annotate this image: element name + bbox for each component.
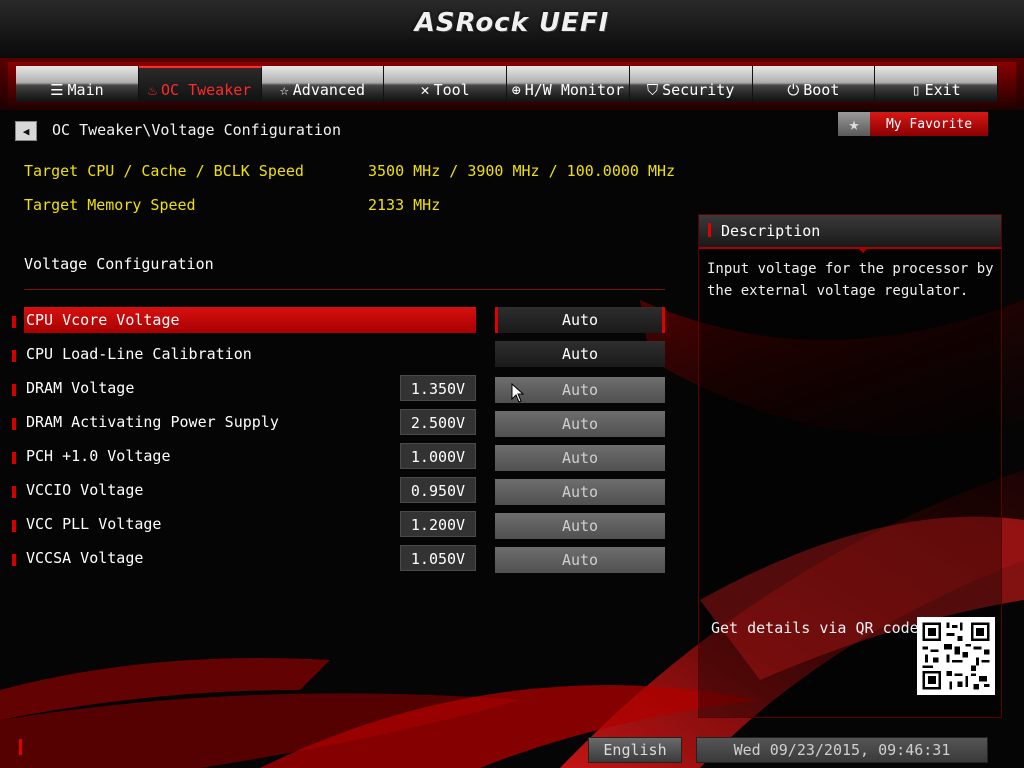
setting-row-cpu-llc[interactable]: CPU Load-Line Calibration Auto [0,341,680,367]
current-voltage-readout: 1.350V [400,375,476,401]
nav-bar: ☰ Main ♨ OC Tweaker ☆ Advanced ✕ Tool ⊕ H/W M… [0,58,1024,110]
description-panel: Description Input voltage for the proces… [698,214,1002,718]
description-notch [857,247,869,253]
current-voltage-readout: 2.500V [400,409,476,435]
tab-strip: ☰ Main ♨ OC Tweaker ☆ Advanced ✕ Tool ⊕ H/W M… [16,66,998,102]
current-voltage-readout: 1.000V [400,443,476,469]
tab-exit-label: Exit [924,81,961,99]
setting-value-input[interactable]: Auto [495,445,665,471]
row-marker [12,520,16,532]
setting-row-dram-activating[interactable]: DRAM Activating Power Supply 2.500V Auto [0,409,680,437]
description-marker [708,223,711,237]
current-voltage-readout: 1.050V [400,545,476,571]
footer-bar: English Wed 09/23/2015, 09:46:31 [0,730,1024,768]
tab-oc-tweaker[interactable]: ♨ OC Tweaker [138,66,262,102]
target-cpu-label: Target CPU / Cache / BCLK Speed [24,162,304,180]
tab-main[interactable]: ☰ Main [16,66,139,102]
setting-value-dropdown[interactable]: Auto [495,341,665,367]
breadcrumb: OC Tweaker\Voltage Configuration [52,121,341,139]
language-button[interactable]: English [588,737,682,763]
setting-row-vccio[interactable]: VCCIO Voltage 0.950V Auto [0,477,680,505]
row-marker [12,554,16,566]
back-arrow-icon: ◀ [22,124,30,138]
qr-code-label: Get details via QR code [711,619,919,637]
setting-row-vcc-pll[interactable]: VCC PLL Voltage 1.200V Auto [0,511,680,539]
setting-value-input[interactable]: Auto [495,513,665,539]
target-memory-label: Target Memory Speed [24,196,196,214]
my-favorite-label: My Favorite [870,112,988,136]
tab-security[interactable]: ⛉ Security [629,66,753,102]
current-voltage-readout: 0.950V [400,477,476,503]
date-time-display: Wed 09/23/2015, 09:46:31 [696,737,988,763]
setting-value-input[interactable]: Auto [495,547,665,573]
tab-oc-tweaker-label: OC Tweaker [160,81,252,99]
back-button[interactable]: ◀ [15,121,37,141]
list-icon: ☰ [50,81,64,99]
setting-row-vccsa[interactable]: VCCSA Voltage 1.050V Auto [0,545,680,573]
setting-label[interactable]: CPU Vcore Voltage [24,307,476,333]
row-marker [12,418,16,430]
power-icon: ⏻ [787,81,800,99]
target-cpu-value: 3500 MHz / 3900 MHz / 100.0000 MHz [368,162,676,180]
mouse-cursor-icon [511,383,525,403]
row-marker [12,486,16,498]
setting-label[interactable]: CPU Load-Line Calibration [24,341,476,367]
header: ASRock UEFI [0,0,1024,60]
tab-security-label: Security [662,81,735,99]
description-header: Description [699,215,1001,249]
row-marker [12,316,16,328]
qr-code-image [917,617,995,695]
tab-hw-monitor[interactable]: ⊕ H/W Monitor [507,66,630,102]
tab-boot[interactable]: ⏻ Boot [752,66,876,102]
row-marker [12,452,16,464]
setting-row-pch-voltage[interactable]: PCH +1.0 Voltage 1.000V Auto [0,443,680,471]
tab-advanced-label: Advanced [292,81,366,99]
tab-main-label: Main [67,81,104,99]
current-voltage-readout: 1.200V [400,511,476,537]
setting-row-cpu-vcore[interactable]: CPU Vcore Voltage Auto [0,307,680,333]
tab-hw-monitor-label: H/W Monitor [524,81,625,99]
description-text: Input voltage for the processor by the e… [707,261,994,299]
setting-value-input[interactable]: Auto [495,411,665,437]
footer-marker [19,739,22,755]
my-favorite-button[interactable]: ★ My Favorite [838,112,988,136]
tab-tool-label: Tool [433,81,470,99]
favorite-star-icon: ★ [838,112,870,136]
section-title: Voltage Configuration [24,255,214,273]
section-divider [24,289,665,290]
shield-icon: ⛉ [646,81,659,99]
tab-tool[interactable]: ✕ Tool [384,66,507,102]
setting-value-input[interactable]: Auto [495,479,665,505]
description-title: Description [721,222,821,240]
star-icon: ☆ [279,81,289,99]
setting-row-dram-voltage[interactable]: DRAM Voltage 1.350V Auto [0,375,680,403]
flame-icon: ♨ [147,81,157,99]
asrock-uefi-logo: ASRock UEFI [414,8,610,38]
tab-exit[interactable]: ▯ Exit [875,66,998,102]
tab-boot-label: Boot [803,81,840,99]
tab-advanced[interactable]: ☆ Advanced [261,66,385,102]
monitor-icon: ⊕ [511,81,521,99]
target-memory-value: 2133 MHz [368,196,441,214]
tools-icon: ✕ [420,81,430,99]
setting-value-dropdown[interactable]: Auto [495,307,665,333]
row-marker [12,384,16,396]
row-marker [12,350,16,362]
door-icon: ▯ [911,81,921,99]
